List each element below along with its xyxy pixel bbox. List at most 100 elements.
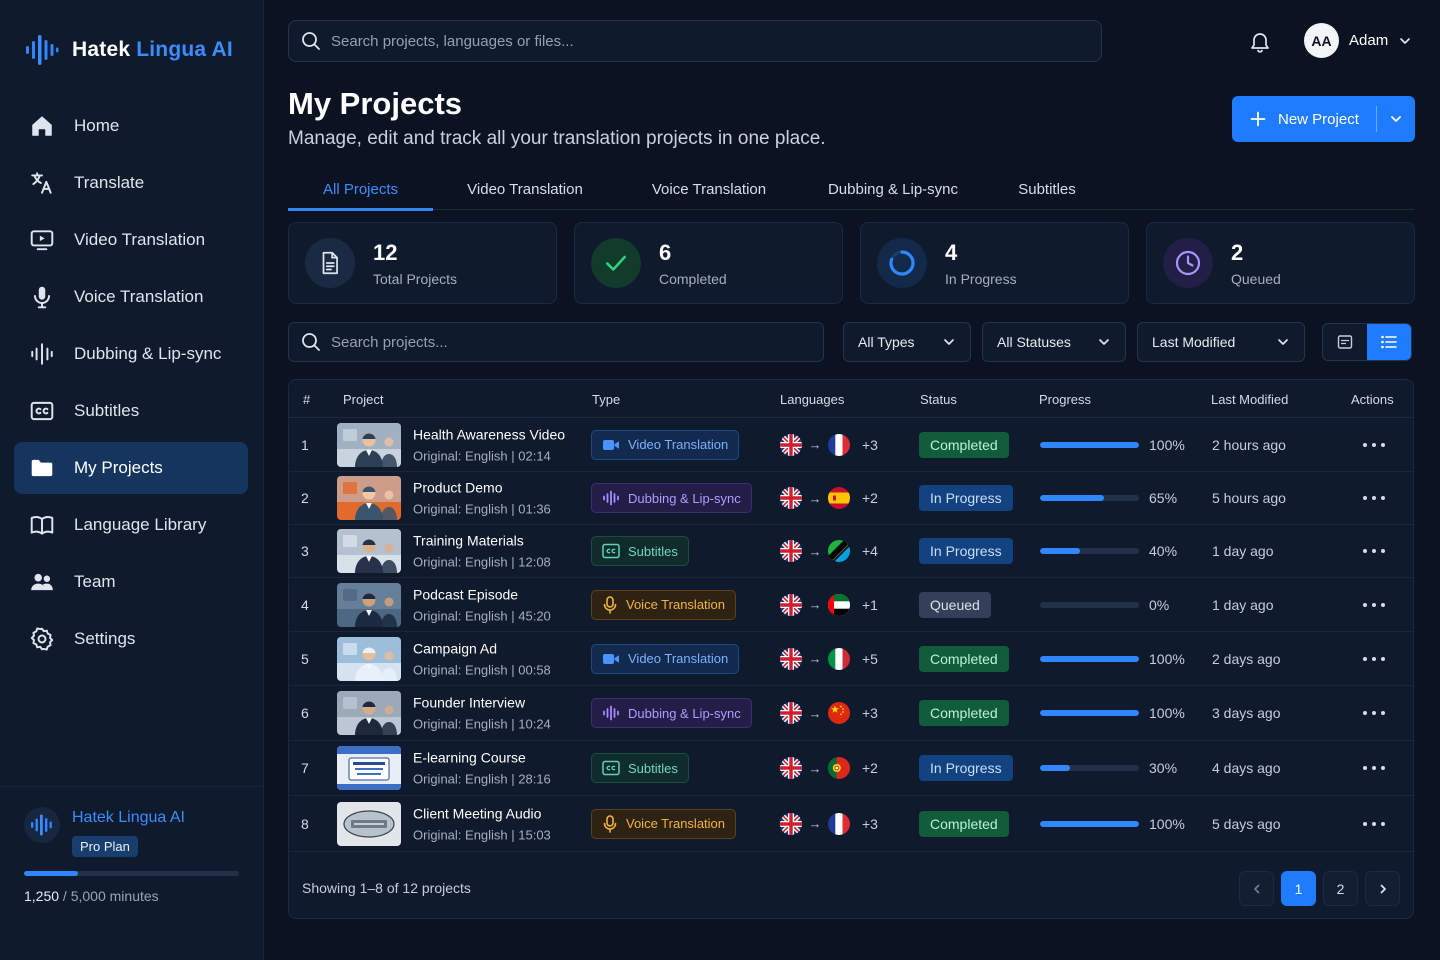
microphone-icon (28, 283, 56, 311)
user-menu[interactable]: AA Adam (1304, 23, 1412, 58)
sort-select[interactable]: Last Modified (1137, 322, 1305, 362)
type-filter[interactable]: All Types (843, 322, 971, 362)
next-page-button[interactable] (1365, 871, 1400, 906)
project-search[interactable] (288, 322, 824, 362)
column-header-status[interactable]: Status (920, 392, 957, 407)
column-header-project[interactable]: Project (343, 392, 383, 407)
project-thumbnail[interactable] (337, 422, 401, 467)
row-number: 1 (301, 436, 309, 453)
table-row[interactable]: 6 Founder Interview Original: English | … (289, 686, 1413, 741)
sidebar-item-my-projects[interactable]: My Projects (14, 442, 248, 494)
app-logo[interactable]: Hatek Lingua AI (24, 30, 233, 70)
project-thumbnail[interactable] (337, 636, 401, 681)
table-row[interactable]: 3 Training Materials Original: English |… (289, 525, 1413, 578)
sidebar-item-label: Home (74, 116, 120, 135)
grid-view-button[interactable] (1323, 324, 1367, 360)
status-filter[interactable]: All Statuses (982, 322, 1126, 362)
project-search-input[interactable] (331, 333, 823, 351)
tab-voice-translation[interactable]: Voice Translation (617, 168, 801, 210)
more-actions-icon[interactable] (1363, 706, 1385, 720)
projects-table: # Project Type Languages Status Progress Last … (288, 379, 1414, 919)
project-info[interactable]: E-learning Course Original: English | 28… (413, 750, 551, 787)
progress-bar (1040, 548, 1139, 554)
project-info[interactable]: Product Demo Original: English | 01:36 (413, 480, 551, 517)
sidebar-item-settings[interactable]: Settings (14, 613, 248, 665)
page-button-2[interactable]: 2 (1323, 871, 1358, 906)
column-header-progress[interactable]: Progress (1039, 392, 1091, 407)
new-project-button[interactable]: New Project (1232, 96, 1415, 142)
project-thumbnail[interactable] (337, 746, 401, 790)
row-number: 2 (301, 490, 309, 506)
column-header-last-modified[interactable]: Last Modified (1211, 392, 1288, 407)
table-row[interactable]: 2 Product Demo Original: English | 01:36… (289, 472, 1413, 525)
table-row[interactable]: 1 Health Awareness Video Original: Engli… (289, 418, 1413, 472)
table-row[interactable]: 7 E-learning Course Original: English | … (289, 741, 1413, 796)
table-row[interactable]: 5 Campaign Ad Original: English | 00:58 … (289, 632, 1413, 686)
sidebar-item-label: Subtitles (74, 401, 140, 420)
list-view-button[interactable] (1367, 324, 1411, 360)
uk-flag-icon (780, 647, 802, 670)
more-actions-icon[interactable] (1363, 544, 1385, 558)
sidebar-item-team[interactable]: Team (14, 556, 248, 608)
global-search[interactable] (288, 20, 1102, 62)
stat-label: Queued (1231, 270, 1281, 287)
avatar: AA (1304, 23, 1339, 58)
progress-value: 40% (1149, 543, 1178, 559)
sidebar-item-dubbing-and-lip-sync[interactable]: Dubbing & Lip-sync (14, 328, 248, 380)
tab-all-projects[interactable]: All Projects (288, 168, 433, 211)
project-info[interactable]: Client Meeting Audio Original: English |… (413, 805, 551, 842)
previous-page-button[interactable] (1239, 871, 1274, 906)
new-project-main[interactable]: New Project (1232, 96, 1376, 142)
more-actions-icon[interactable] (1363, 652, 1385, 666)
video-camera-icon (602, 652, 620, 666)
project-thumbnail[interactable] (337, 801, 401, 846)
project-info[interactable]: Health Awareness Video Original: English… (413, 426, 565, 463)
new-project-dropdown[interactable] (1377, 96, 1415, 142)
project-name: Health Awareness Video (413, 426, 566, 442)
project-meta: Original: English | 12:08 (413, 554, 551, 570)
stat-label: Total Projects (373, 270, 458, 287)
stat-card-completed: 6 Completed (574, 222, 843, 304)
project-thumbnail[interactable] (337, 529, 401, 573)
sidebar-item-voice-translation[interactable]: Voice Translation (14, 271, 248, 323)
more-actions-icon[interactable] (1363, 598, 1385, 612)
table-row[interactable]: 4 Podcast Episode Original: English | 45… (289, 578, 1413, 632)
tab-dubbing-and-lip-sync[interactable]: Dubbing & Lip-sync (801, 168, 985, 210)
project-info[interactable]: Campaign Ad Original: English | 00:58 (413, 640, 551, 677)
more-actions-icon[interactable] (1363, 491, 1385, 505)
list-view-icon (1380, 334, 1398, 350)
page-button-1[interactable]: 1 (1281, 871, 1316, 906)
progress-value: 100% (1149, 815, 1185, 832)
tab-subtitles[interactable]: Subtitles (985, 168, 1109, 210)
project-info[interactable]: Founder Interview Original: English | 10… (413, 695, 551, 732)
sidebar-item-subtitles[interactable]: Subtitles (14, 385, 248, 437)
column-header-type[interactable]: Type (592, 392, 620, 407)
sidebar-item-video-translation[interactable]: Video Translation (14, 214, 248, 266)
project-info[interactable]: Training Materials Original: English | 1… (413, 533, 551, 570)
column-header-number[interactable]: # (303, 392, 310, 407)
usage-text: 1,250 / 5,000 minutes (24, 888, 159, 904)
sidebar-item-home[interactable]: Home (14, 100, 248, 152)
tab-video-translation[interactable]: Video Translation (433, 168, 617, 210)
bell-icon[interactable] (1246, 28, 1274, 56)
project-thumbnail[interactable] (337, 582, 401, 627)
table-row[interactable]: 8 Client Meeting Audio Original: English… (289, 796, 1413, 852)
project-thumbnail[interactable] (337, 476, 401, 520)
column-header-languages[interactable]: Languages (780, 392, 844, 407)
project-info[interactable]: Podcast Episode Original: English | 45:2… (413, 586, 551, 623)
project-thumbnail[interactable] (337, 691, 401, 735)
more-actions-icon[interactable] (1363, 761, 1385, 775)
project-meta: Original: English | 10:24 (413, 716, 551, 732)
subtitles-icon (602, 543, 620, 559)
search-icon (301, 332, 321, 352)
type-label: Video Translation (628, 651, 729, 666)
sidebar-item-translate[interactable]: Translate (14, 157, 248, 209)
more-actions-icon[interactable] (1363, 438, 1385, 452)
stat-value: 2 (1231, 239, 1244, 265)
languages: → +3 (780, 812, 878, 835)
sidebar-item-language-library[interactable]: Language Library (14, 499, 248, 551)
global-search-input[interactable] (331, 32, 1101, 50)
progress-bar (1040, 441, 1139, 448)
more-actions-icon[interactable] (1363, 817, 1385, 831)
italy-flag-icon (828, 647, 850, 670)
